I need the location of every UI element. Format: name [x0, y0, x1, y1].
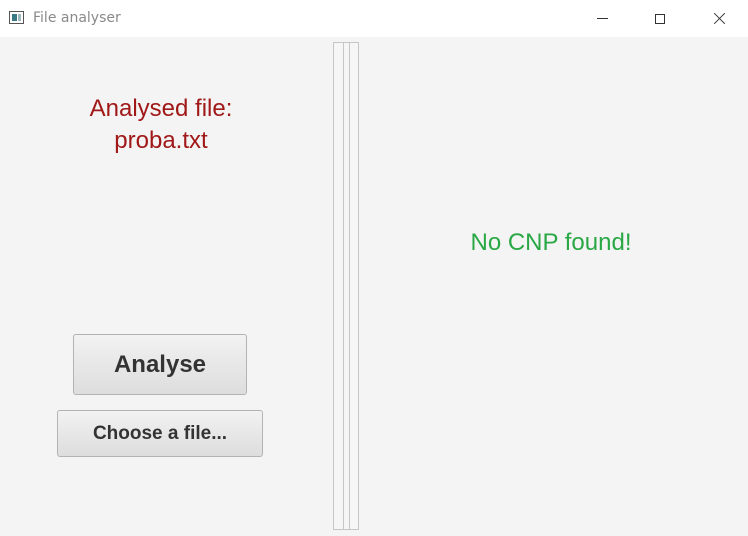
divider-grip-line [343, 43, 344, 529]
close-icon [713, 12, 726, 25]
analysed-file-name: proba.txt [114, 127, 208, 154]
window-title: File analyser [33, 10, 121, 26]
app-window: File analyser Analysed file: proba.txt A… [0, 0, 748, 536]
minimize-icon [596, 18, 608, 19]
app-window-icon [9, 11, 24, 24]
analysed-file-label: Analysed file: [89, 95, 233, 122]
choose-file-button[interactable]: Choose a file... [57, 410, 263, 457]
result-message: No CNP found! [470, 229, 632, 256]
maximize-icon [655, 13, 665, 24]
maximize-button[interactable] [637, 0, 683, 37]
minimize-button[interactable] [579, 0, 625, 37]
split-pane-divider[interactable] [333, 42, 359, 530]
title-bar[interactable]: File analyser [0, 0, 748, 37]
close-button[interactable] [696, 0, 742, 37]
left-panel: Analysed file: proba.txt Analyse Choose … [0, 37, 333, 536]
main-content: Analysed file: proba.txt Analyse Choose … [0, 37, 748, 536]
analyse-button[interactable]: Analyse [73, 334, 247, 395]
divider-grip-line [349, 43, 350, 529]
right-panel: No CNP found! [359, 37, 748, 536]
